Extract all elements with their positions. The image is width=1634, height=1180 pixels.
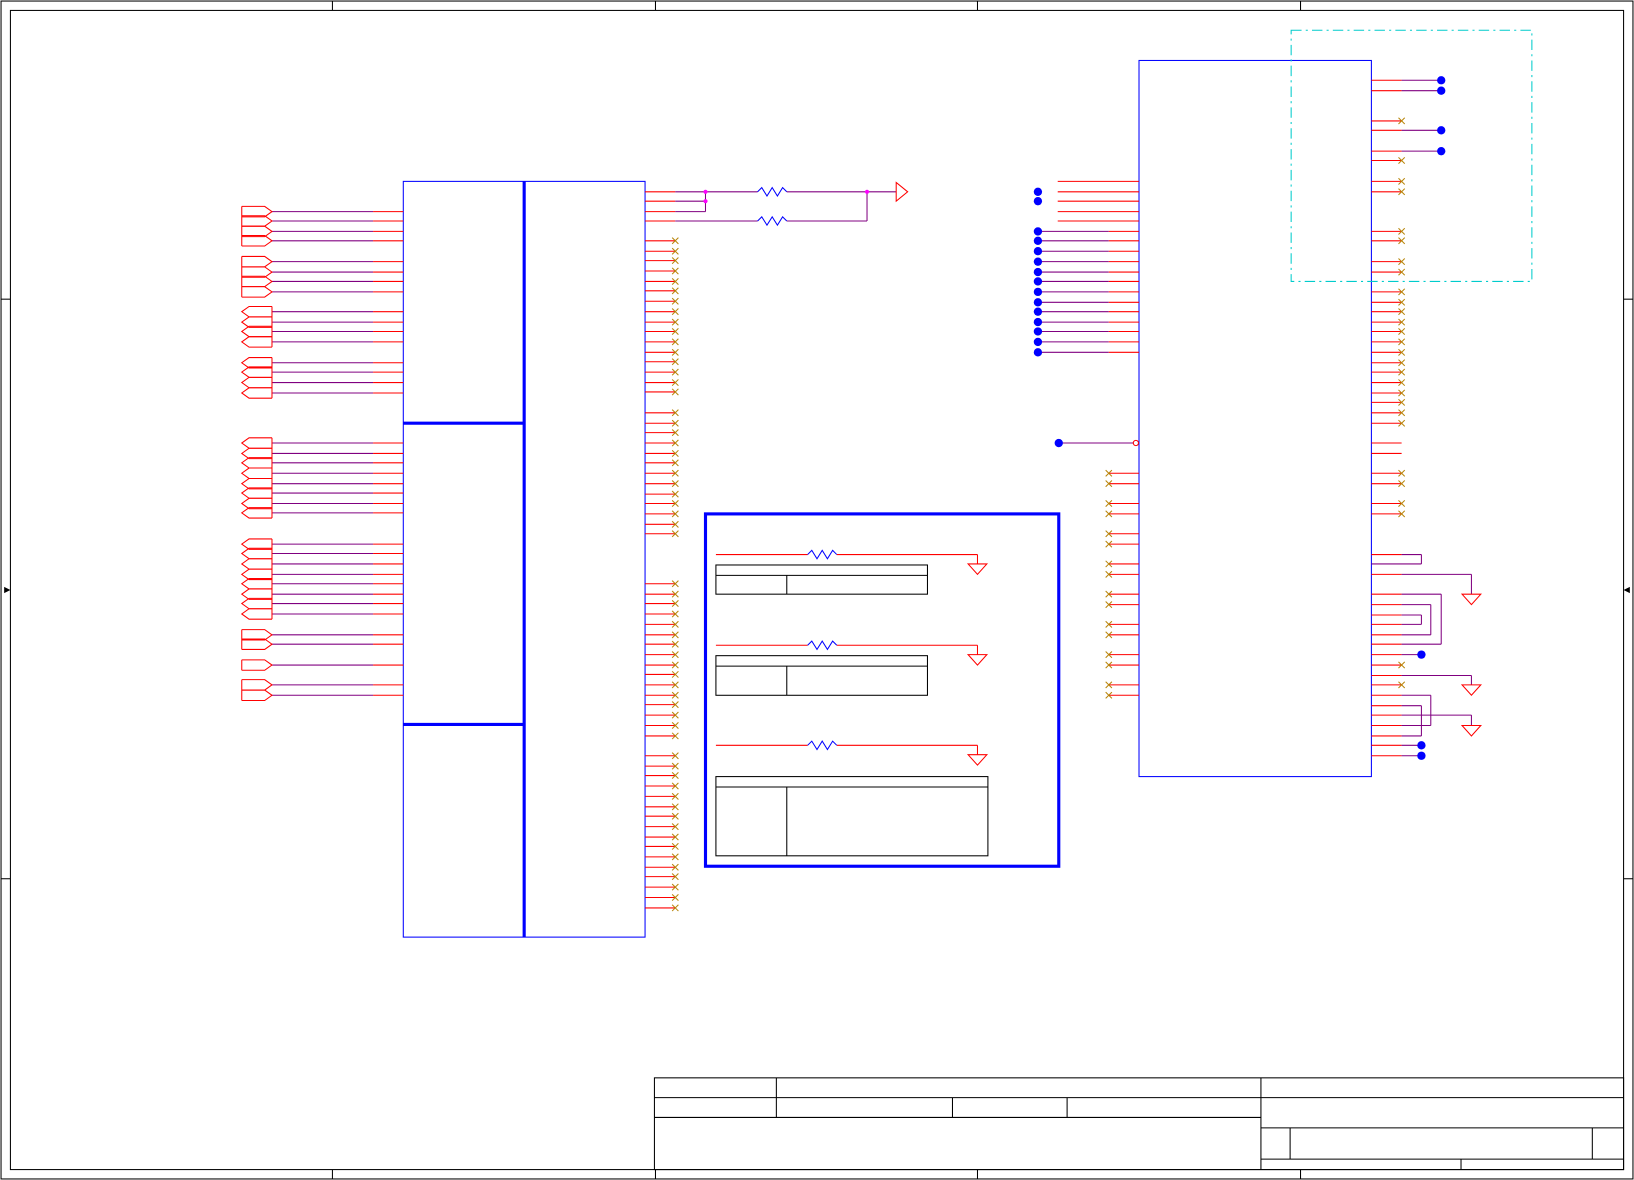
junction-dot (1437, 146, 1446, 156)
off-page-connector (241, 679, 273, 691)
main-ic-symbol (402, 180, 646, 938)
off-page-connector (240, 437, 272, 449)
title-block (653, 1077, 1625, 1171)
junction-dot (1033, 327, 1043, 336)
power-flag (895, 181, 909, 203)
pullup-resistor-network (675, 181, 909, 227)
off-page-connector (241, 689, 273, 702)
off-page-connector (240, 376, 272, 389)
junction-dot (1033, 287, 1043, 297)
connector-ic-symbol (1033, 59, 1482, 778)
junction-dot (1033, 257, 1043, 266)
resistor (757, 215, 788, 227)
resistor (757, 186, 788, 197)
junction-dot (1033, 236, 1043, 245)
junction-dot (1033, 197, 1043, 206)
off-page-connector (240, 387, 272, 399)
junction-dot (1033, 307, 1043, 316)
junction-dot (1417, 650, 1426, 659)
junction-dot (1033, 337, 1043, 347)
sheet-frame (0, 0, 1634, 1180)
options-table (715, 776, 989, 857)
options-frame (703, 512, 1061, 868)
ic-body (1138, 59, 1372, 778)
main-ic-output-pins (645, 191, 679, 912)
ground-symbol (966, 754, 989, 766)
inversion-bubble (1132, 439, 1140, 447)
off-page-connector (240, 608, 272, 620)
options-table (715, 564, 928, 595)
keepout-region (1290, 29, 1533, 282)
junction-dot (1033, 298, 1043, 307)
junction-dot (1033, 247, 1043, 256)
junction-dot (1033, 227, 1043, 236)
main-ic-input-pins (271, 211, 404, 696)
net-marker (703, 199, 708, 204)
net-marker (703, 189, 708, 194)
off-page-connector (241, 659, 273, 671)
ground-symbol (1460, 724, 1482, 737)
junction-dot (1033, 348, 1043, 357)
title-block-border (653, 1077, 1625, 1171)
resistor (807, 640, 838, 651)
center-mark (1623, 586, 1630, 594)
center-mark (4, 586, 11, 594)
junction-dot (1437, 126, 1446, 135)
dashed-outline (1290, 29, 1533, 282)
options-table (715, 655, 928, 696)
junction-dot (1437, 76, 1446, 85)
junction-dot (1417, 751, 1426, 760)
junction-dot (1033, 317, 1043, 327)
schematic-sheet (0, 0, 1634, 1180)
ground-symbol (1460, 684, 1482, 697)
off-page-connectors (240, 205, 273, 702)
off-page-connector (240, 558, 272, 570)
resistor (807, 740, 838, 751)
off-page-connector (240, 467, 272, 479)
off-page-connector (240, 336, 272, 348)
junction-dot (1054, 438, 1063, 448)
off-page-connector (241, 255, 273, 268)
net-marker (864, 189, 870, 194)
off-page-connector (241, 286, 273, 298)
inner-border (9, 9, 1625, 1171)
junction-dot (1033, 187, 1043, 196)
ground-symbol (966, 563, 989, 576)
junction-dot (1033, 277, 1043, 286)
junction-dot (1033, 267, 1043, 277)
ground-symbol (1460, 593, 1482, 606)
outer-border (0, 0, 1634, 1180)
ground-symbol (966, 654, 989, 666)
strap-options-box (703, 512, 1061, 868)
resistor (807, 549, 838, 560)
off-page-connector (240, 305, 272, 318)
junction-dot (1437, 86, 1446, 95)
junction-dot (1417, 741, 1426, 750)
